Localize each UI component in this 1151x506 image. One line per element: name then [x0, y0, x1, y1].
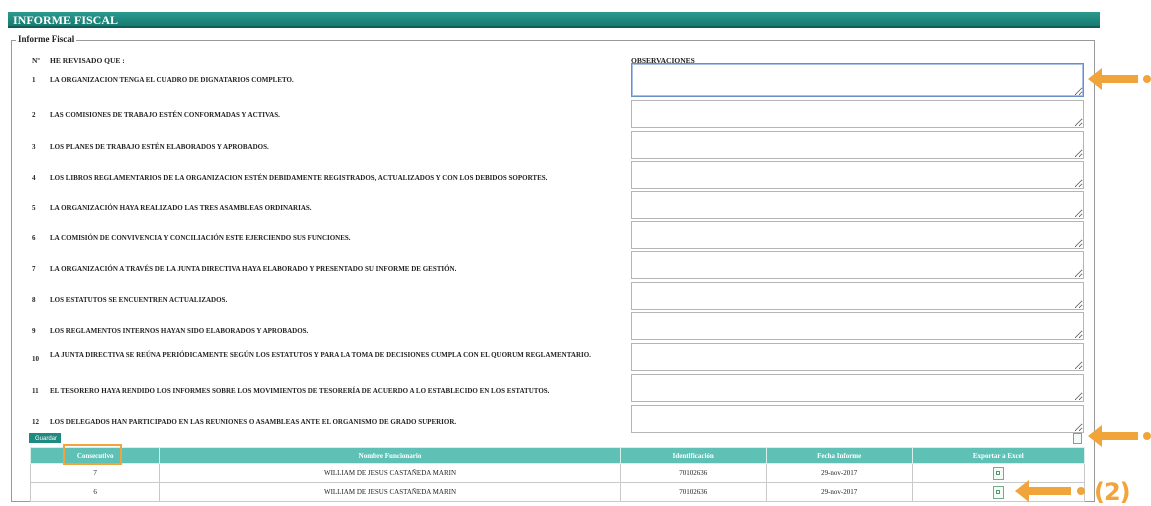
item-text: LA ORGANIZACIÓN HAYA REALIZADO LAS TRES … — [50, 204, 312, 212]
column-header-nombre[interactable]: Nombre Funcionario — [159, 447, 621, 464]
callout-arrow-icon — [1015, 480, 1085, 502]
cell-nombre: WILLIAM DE JESUS CASTAÑEDA MARIN — [159, 482, 621, 502]
item-text: LA ORGANIZACION TENGA EL CUADRO DE DIGNA… — [50, 76, 294, 84]
item-number: 2 — [32, 111, 36, 119]
column-header-identificacion[interactable]: Identificación — [619, 447, 767, 464]
callout-arrow-icon — [1088, 425, 1151, 447]
page-title-bar: INFORME FISCAL — [8, 12, 1100, 28]
callout-label: (2) — [1094, 478, 1131, 506]
observation-input-8[interactable] — [631, 282, 1084, 310]
observation-input-11[interactable] — [631, 374, 1084, 402]
observation-input-12[interactable] — [631, 405, 1084, 433]
item-number: 4 — [32, 174, 36, 182]
excel-export-icon[interactable] — [1073, 433, 1082, 444]
item-number: 10 — [32, 355, 39, 363]
excel-export-icon[interactable] — [992, 466, 1004, 480]
column-header-fecha[interactable]: Fecha Informe — [765, 447, 913, 464]
observation-input-7[interactable] — [631, 251, 1084, 279]
excel-export-icon[interactable] — [992, 485, 1004, 499]
observation-input-6[interactable] — [631, 221, 1084, 249]
cell-consecutivo: 6 — [29, 482, 161, 502]
cell-identificacion: 70102636 — [619, 482, 767, 502]
column-header-exportar[interactable]: Exportar a Excel — [911, 447, 1086, 464]
observation-input-9[interactable] — [631, 312, 1084, 340]
item-text: EL TESORERO HAYA RENDIDO LOS INFORMES SO… — [50, 387, 550, 395]
item-number: 8 — [32, 296, 36, 304]
item-text: LAS COMISIONES DE TRABAJO ESTÉN CONFORMA… — [50, 111, 280, 119]
item-number: 5 — [32, 204, 36, 212]
observation-input-1[interactable] — [631, 63, 1084, 97]
item-number: 9 — [32, 327, 36, 335]
item-text: LOS LIBROS REGLAMENTARIOS DE LA ORGANIZA… — [50, 174, 548, 182]
item-number: 11 — [32, 387, 39, 395]
observation-input-10[interactable] — [631, 343, 1084, 371]
item-text: LA ORGANIZACIÓN A TRAVÉS DE LA JUNTA DIR… — [50, 265, 457, 273]
observation-input-3[interactable] — [631, 131, 1084, 159]
cell-identificacion: 70102636 — [619, 463, 767, 483]
highlight-box — [63, 444, 122, 465]
observation-input-4[interactable] — [631, 161, 1084, 189]
table-header-row: Consecutivo Nombre Funcionario Identific… — [29, 447, 1086, 464]
item-number: 12 — [32, 418, 39, 426]
cell-fecha: 29-nov-2017 — [765, 463, 913, 483]
observation-input-2[interactable] — [631, 100, 1084, 128]
item-number: 3 — [32, 143, 36, 151]
number-header: Nº — [32, 56, 40, 65]
cell-fecha: 29-nov-2017 — [765, 482, 913, 502]
item-text: LA COMISIÓN DE CONVIVENCIA Y CONCILIACIÓ… — [50, 234, 351, 242]
reports-table: Consecutivo Nombre Funcionario Identific… — [29, 447, 1086, 502]
item-number: 6 — [32, 234, 36, 242]
item-text: LOS ESTATUTOS SE ENCUENTREN ACTUALIZADOS… — [50, 296, 228, 304]
cell-consecutivo: 7 — [29, 463, 161, 483]
item-text: LOS REGLAMENTOS INTERNOS HAYAN SIDO ELAB… — [50, 327, 309, 335]
item-text: LOS DELEGADOS HAN PARTICIPADO EN LAS REU… — [50, 418, 457, 426]
page-title: INFORME FISCAL — [13, 13, 119, 27]
save-button[interactable]: Guardar — [29, 433, 61, 443]
item-text: LA JUNTA DIRECTIVA SE REÚNA PERIÓDICAMEN… — [50, 351, 591, 359]
observation-input-5[interactable] — [631, 191, 1084, 219]
callout-arrow-icon — [1088, 68, 1151, 90]
table-row: 7 WILLIAM DE JESUS CASTAÑEDA MARIN 70102… — [29, 463, 1086, 483]
item-number: 1 — [32, 76, 36, 84]
item-number: 7 — [32, 265, 36, 273]
item-text: LOS PLANES DE TRABAJO ESTÉN ELABORADOS Y… — [50, 143, 269, 151]
reviewed-header: HE REVISADO QUE : — [50, 56, 125, 65]
cell-nombre: WILLIAM DE JESUS CASTAÑEDA MARIN — [159, 463, 621, 483]
table-row: 6 WILLIAM DE JESUS CASTAÑEDA MARIN 70102… — [29, 482, 1086, 502]
fieldset-legend: Informe Fiscal — [16, 34, 77, 44]
